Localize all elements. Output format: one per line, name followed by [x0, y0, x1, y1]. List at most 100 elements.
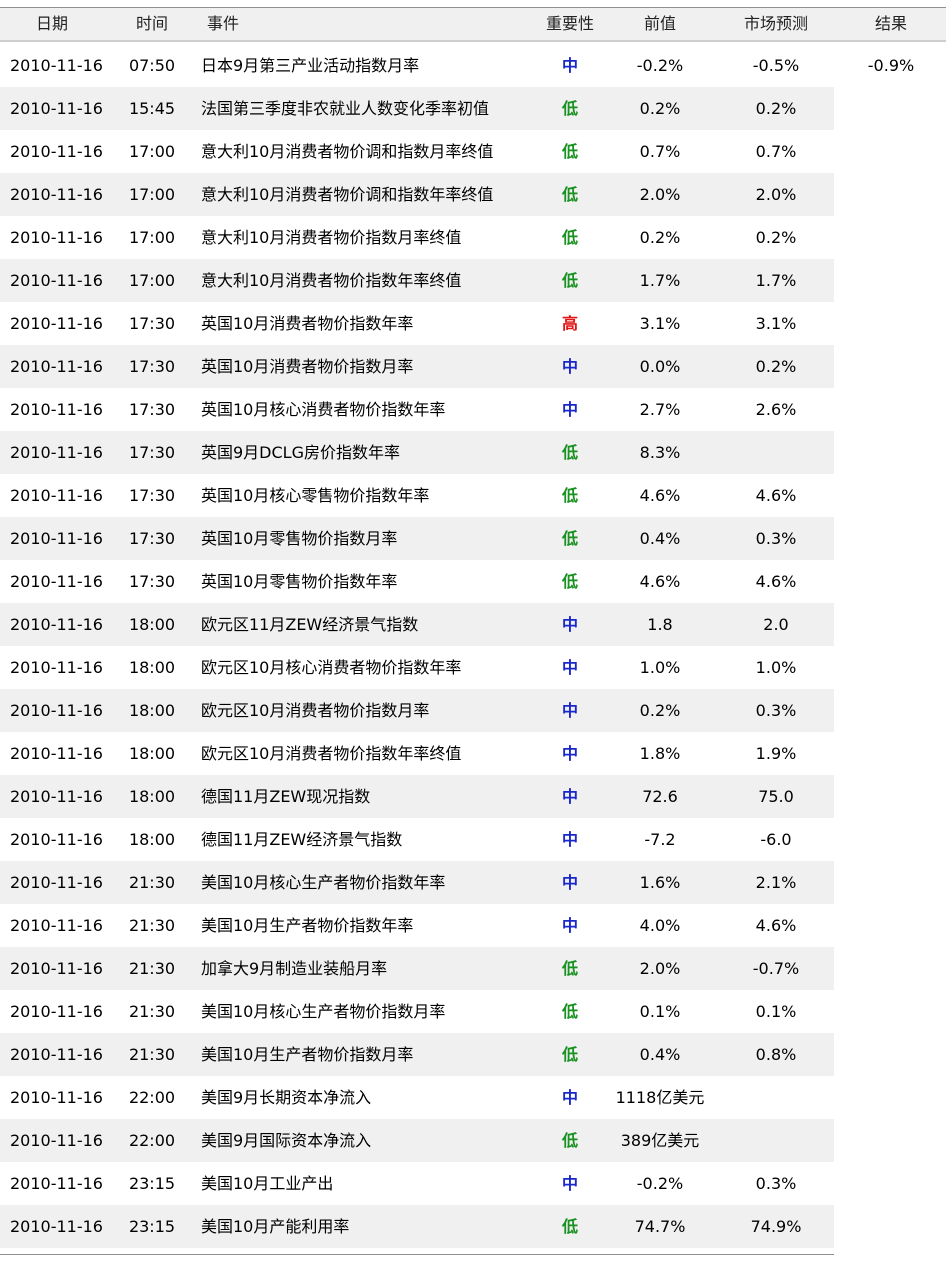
cell-forecast: 0.2%	[755, 357, 797, 376]
table-row: 2010-11-16 17:30 英国10月核心消费者物价指数年率 中 2.7% 2.6%	[0, 388, 834, 431]
table-row: 2010-11-16 21:30 美国10月生产者物价指数月率 低 0.4% 0.8%	[0, 1033, 834, 1076]
cell-actual	[836, 904, 946, 947]
cell-time: 18:00	[128, 615, 176, 634]
cell-importance: 低	[561, 1217, 578, 1236]
cell-event: 欧元区10月消费者物价指数年率终值	[201, 744, 462, 763]
cell-forecast: -0.5%	[752, 56, 800, 75]
cell-time: 18:00	[128, 787, 176, 806]
table-row: 2010-11-16 17:00 意大利10月消费者物价指数年率终值 低 1.7% 1.7…	[0, 259, 834, 302]
cell-importance: 高	[561, 314, 578, 333]
cell-importance: 低	[561, 486, 578, 505]
cell-time: 18:00	[128, 744, 176, 763]
cell-event: 加拿大9月制造业装船月率	[201, 959, 388, 978]
header-actual: 结果	[874, 14, 907, 33]
cell-date: 2010-11-16	[10, 314, 103, 333]
cell-forecast: 4.6%	[755, 572, 797, 591]
cell-time: 18:00	[128, 830, 176, 849]
cell-previous: 2.0%	[639, 185, 681, 204]
cell-forecast: 1.7%	[755, 271, 797, 290]
cell-date: 2010-11-16	[10, 1002, 103, 1021]
cell-importance: 中	[561, 357, 578, 376]
cell-event: 英国10月零售物价指数年率	[201, 572, 398, 591]
cell-event: 英国10月消费者物价指数月率	[201, 357, 414, 376]
table-row: 2010-11-16 17:00 意大利10月消费者物价调和指数年率终值 低 2.0% 2…	[0, 173, 834, 216]
cell-previous: 0.2%	[639, 701, 681, 720]
header-event: 事件	[207, 14, 240, 33]
cell-forecast	[716, 1119, 836, 1162]
cell-actual	[836, 818, 946, 861]
table-row: 2010-11-16 17:00 意大利10月消费者物价调和指数月率终值 低 0.7% 0…	[0, 130, 834, 173]
cell-previous: 0.0%	[639, 357, 681, 376]
cell-actual	[836, 388, 946, 431]
cell-event: 英国10月消费者物价指数年率	[201, 314, 414, 333]
cell-event: 法国第三季度非农就业人数变化季率初值	[201, 99, 490, 118]
cell-previous: 74.7%	[634, 1217, 686, 1236]
cell-event: 英国10月零售物价指数月率	[201, 529, 398, 548]
cell-actual	[836, 216, 946, 259]
cell-forecast: 4.6%	[755, 486, 797, 505]
cell-forecast: 4.6%	[755, 916, 797, 935]
cell-previous: 0.4%	[639, 529, 681, 548]
table-row: 2010-11-16 17:30 英国10月核心零售物价指数年率 低 4.6% 4.6%	[0, 474, 834, 517]
cell-time: 23:15	[128, 1217, 176, 1236]
table-row: 2010-11-16 18:00 欧元区10月消费者物价指数年率终值 中 1.8% 1.9…	[0, 732, 834, 775]
cell-forecast: 75.0	[758, 787, 794, 806]
cell-actual	[836, 431, 946, 474]
cell-date: 2010-11-16	[10, 1131, 103, 1150]
cell-date: 2010-11-16	[10, 744, 103, 763]
cell-actual	[836, 302, 946, 345]
cell-importance: 低	[561, 1045, 578, 1064]
cell-previous: 1118亿美元	[615, 1088, 705, 1107]
cell-previous: 0.2%	[639, 228, 681, 247]
cell-event: 意大利10月消费者物价调和指数月率终值	[201, 142, 494, 161]
cell-forecast: 0.3%	[755, 1174, 797, 1193]
cell-forecast: 3.1%	[755, 314, 797, 333]
header-forecast: 市场预测	[743, 14, 808, 33]
cell-date: 2010-11-16	[10, 787, 103, 806]
cell-event: 美国9月国际资本净流入	[201, 1131, 372, 1150]
cell-forecast	[716, 431, 836, 474]
cell-actual	[836, 130, 946, 173]
cell-previous: 2.0%	[639, 959, 681, 978]
cell-previous: 0.1%	[639, 1002, 681, 1021]
table-row: 2010-11-16 21:30 加拿大9月制造业装船月率 低 2.0% -0.7%	[0, 947, 834, 990]
cell-importance: 低	[561, 185, 578, 204]
table-row: 2010-11-16 17:00 意大利10月消费者物价指数月率终值 低 0.2% 0.2…	[0, 216, 834, 259]
cell-forecast: -6.0	[760, 830, 792, 849]
cell-event: 德国11月ZEW经济景气指数	[201, 830, 403, 849]
table-row: 2010-11-16 17:30 英国10月零售物价指数年率 低 4.6% 4.6%	[0, 560, 834, 603]
cell-actual	[836, 603, 946, 646]
cell-importance: 中	[561, 787, 578, 806]
table-row: 2010-11-16 07:50 日本9月第三产业活动指数月率 中 -0.2% -0.5%…	[0, 44, 946, 87]
cell-previous: 1.7%	[639, 271, 681, 290]
cell-previous: 1.0%	[639, 658, 681, 677]
cell-time: 17:00	[128, 271, 176, 290]
cell-importance: 中	[561, 830, 578, 849]
cell-time: 17:00	[128, 228, 176, 247]
cell-date: 2010-11-16	[10, 873, 103, 892]
cell-previous: 0.4%	[639, 1045, 681, 1064]
table-row: 2010-11-16 17:30 英国9月DCLG房价指数年率 低 8.3%	[0, 431, 834, 474]
cell-date: 2010-11-16	[10, 916, 103, 935]
cell-actual	[836, 947, 946, 990]
cell-actual	[836, 474, 946, 517]
cell-forecast: 0.1%	[755, 1002, 797, 1021]
cell-event: 日本9月第三产业活动指数月率	[201, 56, 420, 75]
cell-date: 2010-11-16	[10, 271, 103, 290]
header-divider	[0, 40, 946, 42]
cell-time: 15:45	[128, 99, 176, 118]
cell-actual	[836, 259, 946, 302]
cell-actual	[836, 1119, 946, 1162]
cell-actual	[836, 1076, 946, 1119]
header-previous: 前值	[643, 14, 676, 33]
table-row: 2010-11-16 15:45 法国第三季度非农就业人数变化季率初值 低 0.2% 0.…	[0, 87, 834, 130]
cell-actual	[836, 990, 946, 1033]
table-row: 2010-11-16 18:00 欧元区10月核心消费者物价指数年率 中 1.0% 1.0…	[0, 646, 834, 689]
cell-time: 22:00	[128, 1131, 176, 1150]
cell-importance: 低	[561, 959, 578, 978]
cell-actual	[836, 861, 946, 904]
cell-time: 17:00	[128, 185, 176, 204]
cell-forecast: 0.7%	[755, 142, 797, 161]
cell-time: 07:50	[128, 56, 176, 75]
cell-actual	[836, 560, 946, 603]
